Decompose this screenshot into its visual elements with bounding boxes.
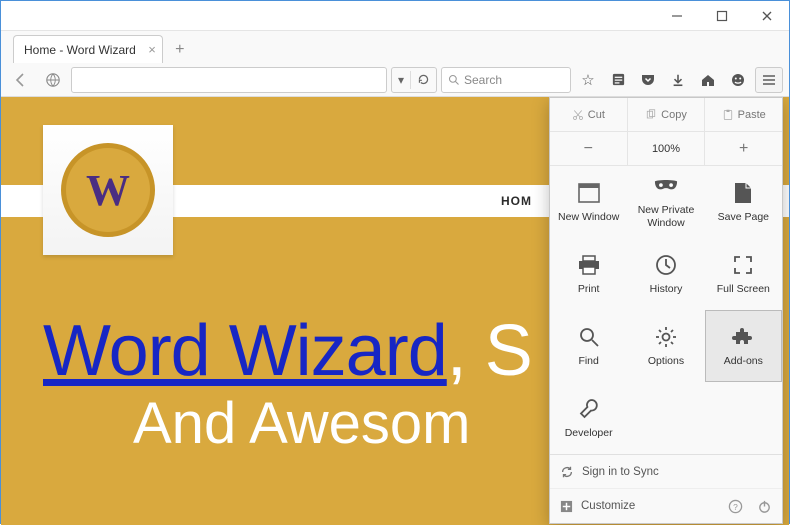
- menu-history[interactable]: History: [627, 238, 704, 310]
- plus-box-icon: [560, 500, 573, 513]
- gear-icon: [654, 325, 678, 349]
- search-bar[interactable]: Search: [441, 67, 571, 93]
- downloads-icon[interactable]: [665, 67, 691, 93]
- menu-button[interactable]: [755, 67, 783, 93]
- url-bar[interactable]: [71, 67, 387, 93]
- page-content: HOM W Word Wizard, S And Awesom Cut Copy…: [1, 97, 789, 525]
- menu-developer[interactable]: Developer: [550, 382, 627, 454]
- browser-tab[interactable]: Home - Word Wizard ×: [13, 35, 163, 63]
- menu-copy[interactable]: Copy: [628, 98, 706, 131]
- window-maximize-button[interactable]: [699, 1, 744, 31]
- menu-save-page[interactable]: Save Page: [705, 166, 782, 238]
- nav-home-link[interactable]: HOM: [501, 194, 532, 208]
- sync-icon: [560, 465, 574, 479]
- svg-text:?: ?: [733, 501, 738, 511]
- dropdown-chevron-icon[interactable]: ▾: [392, 73, 410, 87]
- history-icon: [654, 253, 678, 277]
- menu-paste[interactable]: Paste: [705, 98, 782, 131]
- hero-headline: Word Wizard, S And Awesom: [43, 315, 532, 453]
- search-placeholder: Search: [464, 73, 502, 87]
- menu-customize[interactable]: Customize: [560, 500, 635, 513]
- menu-print[interactable]: Print: [550, 238, 627, 310]
- reload-dropdown[interactable]: ▾: [391, 67, 437, 93]
- menu-addons[interactable]: Add-ons: [705, 310, 782, 382]
- page-icon: [731, 181, 755, 205]
- tab-close-button[interactable]: ×: [148, 42, 156, 57]
- paste-icon: [722, 109, 734, 121]
- app-menu-panel: Cut Copy Paste − 100% + New Window New P…: [549, 97, 783, 524]
- hero-brand: Word Wizard: [43, 311, 447, 391]
- find-icon: [577, 325, 601, 349]
- menu-power-icon[interactable]: [757, 499, 772, 514]
- copy-icon: [645, 109, 657, 121]
- menu-new-window[interactable]: New Window: [550, 166, 627, 238]
- menu-find[interactable]: Find: [550, 310, 627, 382]
- menu-private-window[interactable]: New Private Window: [627, 166, 704, 238]
- zoom-in-button[interactable]: +: [705, 132, 782, 165]
- bookmark-star-icon[interactable]: ☆: [575, 67, 601, 93]
- window-close-button[interactable]: [744, 1, 789, 31]
- logo-letter: W: [86, 165, 130, 216]
- menu-fullscreen[interactable]: Full Screen: [705, 238, 782, 310]
- menu-help-icon[interactable]: ?: [728, 499, 743, 514]
- browser-toolbar: ▾ Search ☆: [1, 63, 789, 97]
- tab-title: Home - Word Wizard: [24, 43, 136, 57]
- menu-options[interactable]: Options: [627, 310, 704, 382]
- new-window-icon: [577, 181, 601, 205]
- identity-globe-icon[interactable]: [39, 66, 67, 94]
- menu-sign-in[interactable]: Sign in to Sync: [550, 455, 782, 489]
- wrench-icon: [577, 397, 601, 421]
- menu-cut[interactable]: Cut: [550, 98, 628, 131]
- home-icon[interactable]: [695, 67, 721, 93]
- hero-subline: And Awesom: [43, 395, 532, 453]
- search-icon: [448, 74, 460, 86]
- menu-grid: New Window New Private Window Save Page …: [550, 166, 782, 454]
- puzzle-icon: [731, 325, 755, 349]
- logo-circle: W: [61, 143, 155, 237]
- mask-icon: [654, 174, 678, 198]
- hero-tail: , S: [447, 311, 532, 391]
- new-tab-button[interactable]: +: [167, 37, 193, 63]
- extension-smiley-icon[interactable]: [725, 67, 751, 93]
- window-minimize-button[interactable]: [654, 1, 699, 31]
- reload-icon[interactable]: [411, 73, 436, 86]
- zoom-level: 100%: [628, 132, 706, 165]
- fullscreen-icon: [731, 253, 755, 277]
- site-logo: W: [43, 125, 173, 255]
- tab-bar: Home - Word Wizard × +: [1, 31, 789, 63]
- back-button[interactable]: [7, 66, 35, 94]
- pocket-icon[interactable]: [635, 67, 661, 93]
- reader-list-icon[interactable]: [605, 67, 631, 93]
- print-icon: [577, 253, 601, 277]
- window-titlebar: [1, 1, 789, 31]
- zoom-out-button[interactable]: −: [550, 132, 628, 165]
- cut-icon: [572, 109, 584, 121]
